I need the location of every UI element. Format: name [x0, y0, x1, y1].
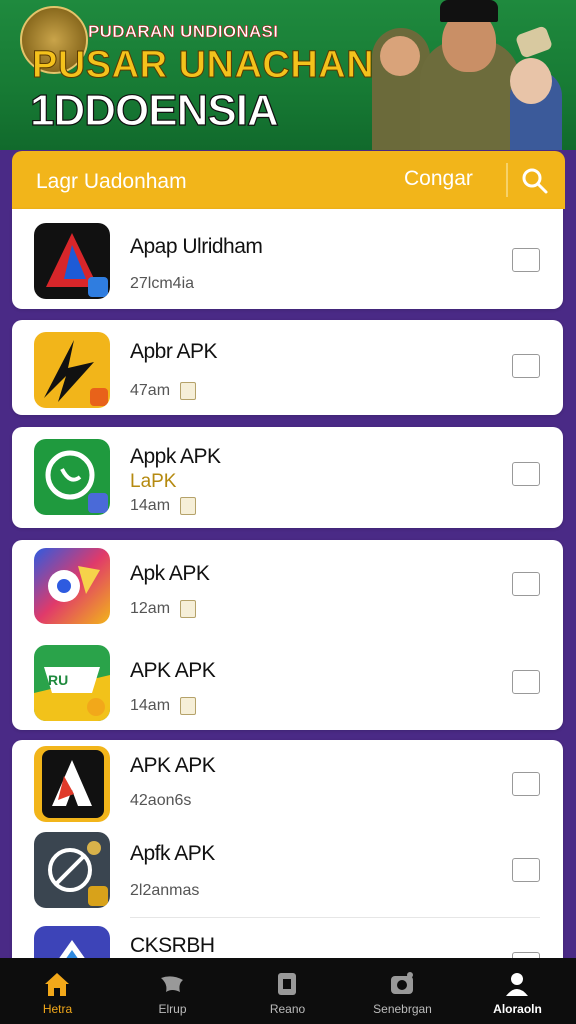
- user-icon: [506, 973, 528, 996]
- bird-icon: [161, 976, 183, 992]
- app-card: Appk APK LaPK 14am: [12, 427, 563, 528]
- yellow-a-logo-icon: [34, 746, 110, 822]
- app-name: Apap Ulridham: [130, 235, 263, 258]
- app-size: 2l2anmas: [130, 882, 200, 899]
- bottom-nav: Hetra Elrup Reano Senebrgan Aloraoln: [0, 958, 576, 1024]
- select-checkbox[interactable]: [512, 248, 540, 272]
- app-card: Apk APK 12am RU APK APK 14am: [12, 540, 563, 730]
- yellow-lightning-icon: [34, 332, 110, 408]
- app-card: Apap Ulridham 27lcm4ia: [12, 209, 563, 309]
- blue-delta-icon: [34, 926, 110, 960]
- select-checkbox[interactable]: [512, 858, 540, 882]
- banner-subtitle: PUDARAN UNDIONASI: [88, 22, 279, 42]
- svg-text:RU: RU: [48, 672, 68, 688]
- nav-label: Elrup: [158, 1002, 187, 1016]
- nav-label: Senebrgan: [373, 1002, 432, 1016]
- banner-people-illustration: [350, 0, 576, 150]
- green-shield-icon: RU: [34, 645, 110, 721]
- slate-compass-icon: [34, 832, 110, 908]
- select-checkbox[interactable]: [512, 670, 540, 694]
- nav-item-profile[interactable]: Aloraoln: [460, 958, 575, 1024]
- list-item[interactable]: Apk APK 12am: [12, 540, 563, 635]
- list-item[interactable]: CKSRBH: [12, 918, 563, 960]
- app-name: CKSRBH: [130, 934, 215, 957]
- search-input[interactable]: [34, 167, 378, 197]
- app-size: 14am: [130, 697, 171, 714]
- app-name: Apbr APK: [130, 340, 218, 363]
- colorful-play-icon: [34, 548, 110, 624]
- home-icon: [45, 973, 69, 996]
- select-checkbox[interactable]: [512, 462, 540, 486]
- list-item[interactable]: APK APK 42aon6s: [12, 740, 563, 828]
- camera-icon: [391, 972, 413, 994]
- trash-icon[interactable]: [180, 600, 196, 618]
- list-item[interactable]: Appk APK LaPK 14am: [12, 427, 563, 528]
- app-size: 42aon6s: [130, 792, 192, 809]
- search-icon[interactable]: [520, 166, 550, 196]
- nav-item-camera[interactable]: Senebrgan: [345, 958, 460, 1024]
- green-whatsapp-icon: [34, 439, 110, 515]
- trash-icon[interactable]: [180, 697, 196, 715]
- select-checkbox[interactable]: [512, 354, 540, 378]
- app-name: Appk APK: [130, 445, 221, 468]
- select-checkbox[interactable]: [512, 772, 540, 796]
- a-logo-red-blue-icon: [34, 223, 110, 299]
- file-icon: [278, 973, 296, 995]
- nav-item-home[interactable]: Hetra: [0, 958, 115, 1024]
- list-item[interactable]: RU APK APK 14am: [12, 635, 563, 730]
- search-divider: [506, 163, 508, 197]
- trash-icon[interactable]: [180, 497, 196, 515]
- nav-label: Reano: [269, 1002, 306, 1016]
- app-name: APK APK: [130, 659, 216, 682]
- nav-item-file[interactable]: Reano: [230, 958, 345, 1024]
- app-tag: LaPK: [130, 471, 177, 492]
- search-button[interactable]: Congar: [404, 167, 473, 191]
- nav-label: Hetra: [42, 1002, 73, 1016]
- app-card: APK APK 42aon6s Apfk APK 2l2anmas CKSRBH: [12, 740, 563, 960]
- select-checkbox[interactable]: [512, 572, 540, 596]
- list-item[interactable]: Apap Ulridham 27lcm4ia: [12, 209, 563, 309]
- app-size: 27lcm4ia: [130, 275, 195, 292]
- app-name: Apfk APK: [130, 842, 215, 865]
- app-card: Apbr APK 47am: [12, 320, 563, 415]
- app-size: 14am: [130, 497, 171, 514]
- trash-icon[interactable]: [180, 382, 196, 400]
- app-name: APK APK: [130, 754, 216, 777]
- search-bar: Congar: [12, 151, 565, 209]
- nav-item-bird[interactable]: Elrup: [115, 958, 230, 1024]
- app-size: 12am: [130, 600, 171, 617]
- list-item[interactable]: Apfk APK 2l2anmas: [12, 828, 563, 916]
- banner-title-line2: 1DDOENSIA: [29, 85, 279, 135]
- header-banner: PUDARAN UNDIONASI PUSAR UNACHAN 1DDOENSI…: [0, 0, 576, 150]
- app-size: 47am: [130, 382, 171, 399]
- list-item[interactable]: Apbr APK 47am: [12, 320, 563, 415]
- banner-title-line1: PUSAR UNACHAN: [31, 44, 375, 87]
- app-name: Apk APK: [130, 562, 210, 585]
- nav-label: Aloraoln: [493, 1002, 542, 1016]
